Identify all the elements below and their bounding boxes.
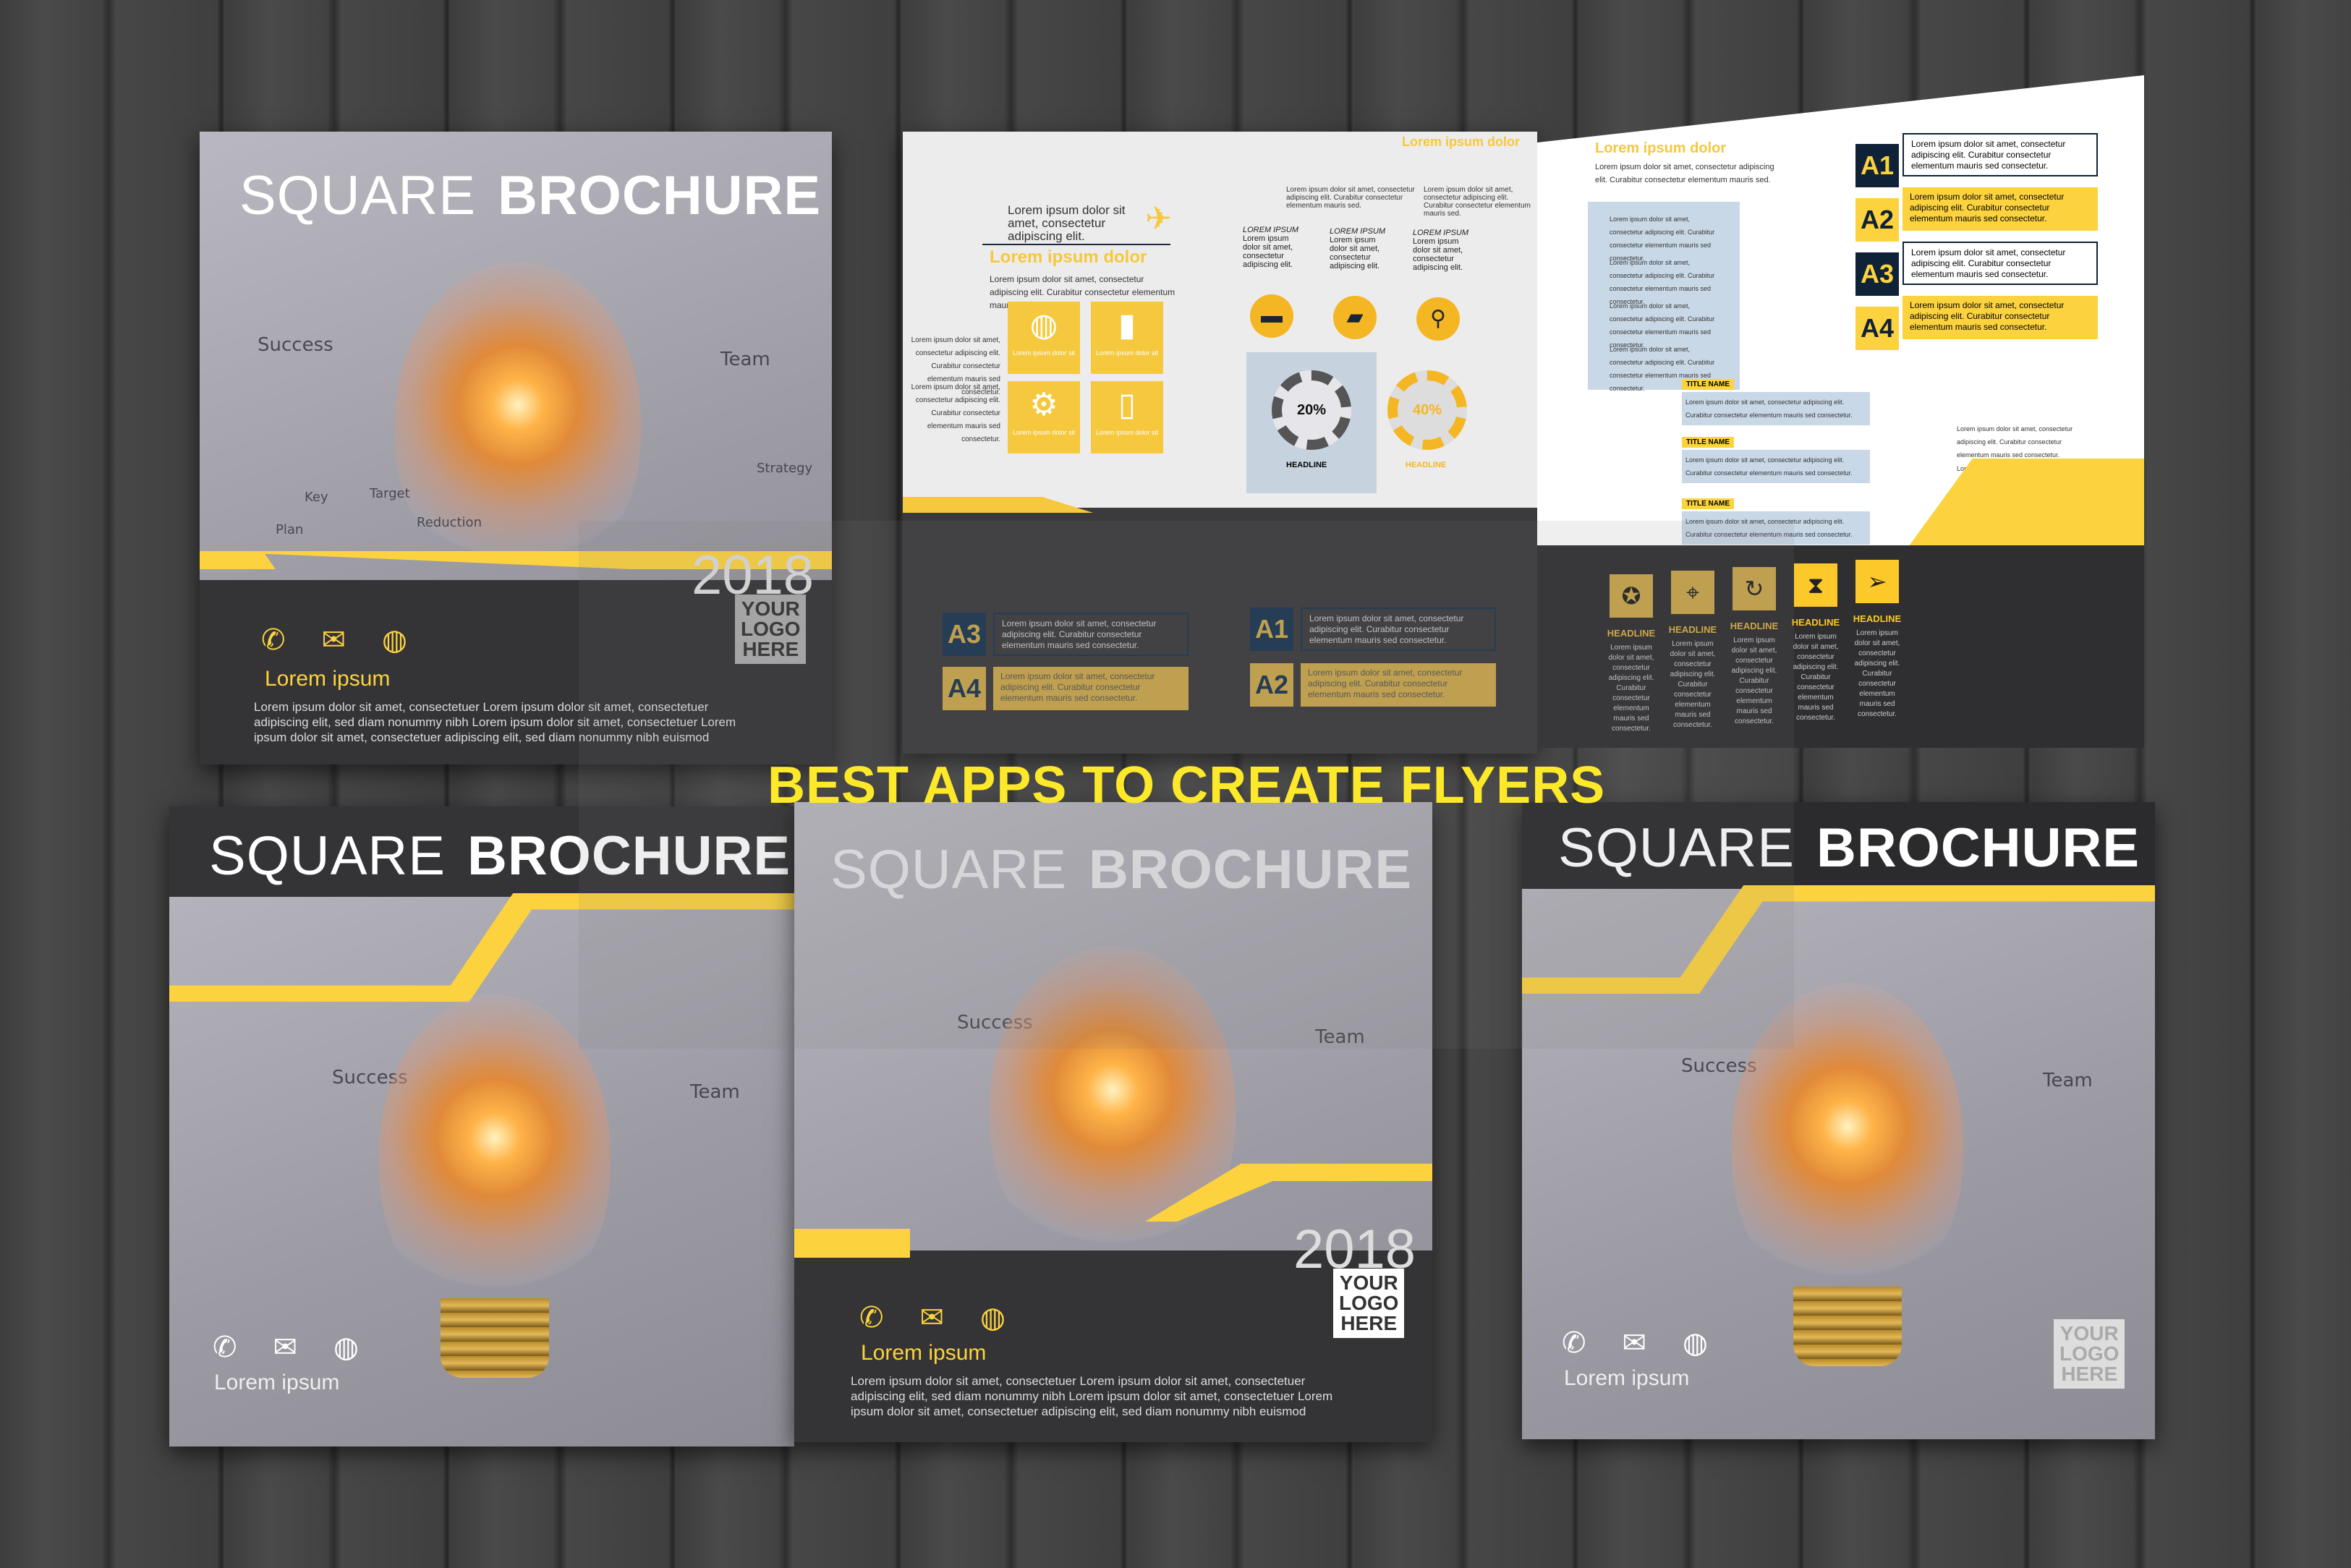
column-text: Lorem ipsum dolor sit amet, consectetur …: [1424, 186, 1531, 218]
gear-icon: ⚙: [1029, 387, 1058, 422]
bar-chart-icon: ▮: [1118, 307, 1136, 343]
contact-title: Lorem ipsum: [265, 667, 391, 691]
page-headline: BEST APPS TO CREATE FLYERS: [768, 757, 1606, 814]
envelope-icon: ✉: [1622, 1327, 1647, 1359]
sketch-word: Team: [720, 349, 770, 370]
chat-icon: ▬: [1250, 294, 1293, 338]
hourglass-icon: ⧗: [1794, 563, 1837, 607]
globe-icon: ◍: [980, 1302, 1006, 1334]
contact-title: Lorem ipsum: [214, 1371, 340, 1394]
sketch-word: Target: [370, 486, 410, 501]
plane-text: Lorem ipsum dolor sit amet, consectetur …: [1008, 203, 1126, 243]
envelope-icon: ✉: [321, 624, 347, 656]
sketch-word: Plan: [276, 522, 304, 537]
feature-tile: ▯ Lorem ipsum dolor sit: [1091, 381, 1163, 453]
sketch-word: Success: [258, 334, 333, 356]
gauge-20: 20%: [1272, 370, 1351, 450]
phone-icon: ✆: [213, 1331, 237, 1363]
tile-label: Lorem ipsum dolor sit: [1095, 429, 1159, 436]
phone-icon: ✆: [1562, 1327, 1586, 1359]
tile-label: Lorem ipsum dolor sit: [1012, 349, 1076, 357]
phone-icon: ✆: [859, 1302, 884, 1334]
column-text: Lorem ipsum dolor sit amet, consectetur …: [1286, 186, 1415, 210]
tile-label: Lorem ipsum dolor sit: [1012, 429, 1076, 436]
gauge-40: 40%: [1387, 370, 1467, 450]
logo-placeholder: YOUR LOGO HERE: [2054, 1319, 2125, 1389]
search-icon: ⚲: [1416, 297, 1460, 341]
sketch-word: Key: [305, 490, 328, 505]
envelope-icon: ✉: [273, 1331, 298, 1363]
sketch-word: Strategy: [757, 461, 813, 476]
column-title: LOREM IPSUM: [1243, 226, 1299, 234]
globe-icon: ◍: [1683, 1327, 1708, 1359]
sketch-word: Reduction: [417, 515, 482, 530]
paper-plane-icon: ➢: [1855, 560, 1899, 603]
section-heading: Lorem ipsum dolor: [990, 247, 1147, 267]
document-icon: ▯: [1118, 387, 1136, 422]
globe-icon: ◍: [333, 1331, 359, 1363]
logo-placeholder: YOUR LOGO HERE: [1333, 1269, 1405, 1338]
column-title: LOREM IPSUM: [1330, 227, 1386, 236]
cover-title: SQUARE BROCHURE: [239, 165, 822, 226]
globe-icon: ◍: [1029, 307, 1058, 343]
feature-tile: ◍ Lorem ipsum dolor sit: [1008, 302, 1080, 374]
globe-icon: ◍: [382, 624, 407, 656]
column-title: LOREM IPSUM: [1413, 229, 1469, 237]
airplane-icon: ✈: [1145, 201, 1172, 237]
tile-label: Lorem ipsum dolor sit: [1095, 349, 1159, 357]
envelope-icon: ✉: [919, 1302, 945, 1334]
side-text: Lorem ipsum dolor sit amet, consectetur …: [911, 383, 1000, 443]
page-heading: Lorem ipsum dolor: [1402, 135, 1521, 149]
phone-icon: ✆: [261, 624, 286, 656]
feature-tile: ⚙ Lorem ipsum dolor sit: [1008, 381, 1080, 453]
feature-tile: ▮ Lorem ipsum dolor sit: [1091, 302, 1163, 374]
folder-icon: ▰: [1333, 296, 1377, 339]
light-bulb-image: [379, 994, 611, 1313]
